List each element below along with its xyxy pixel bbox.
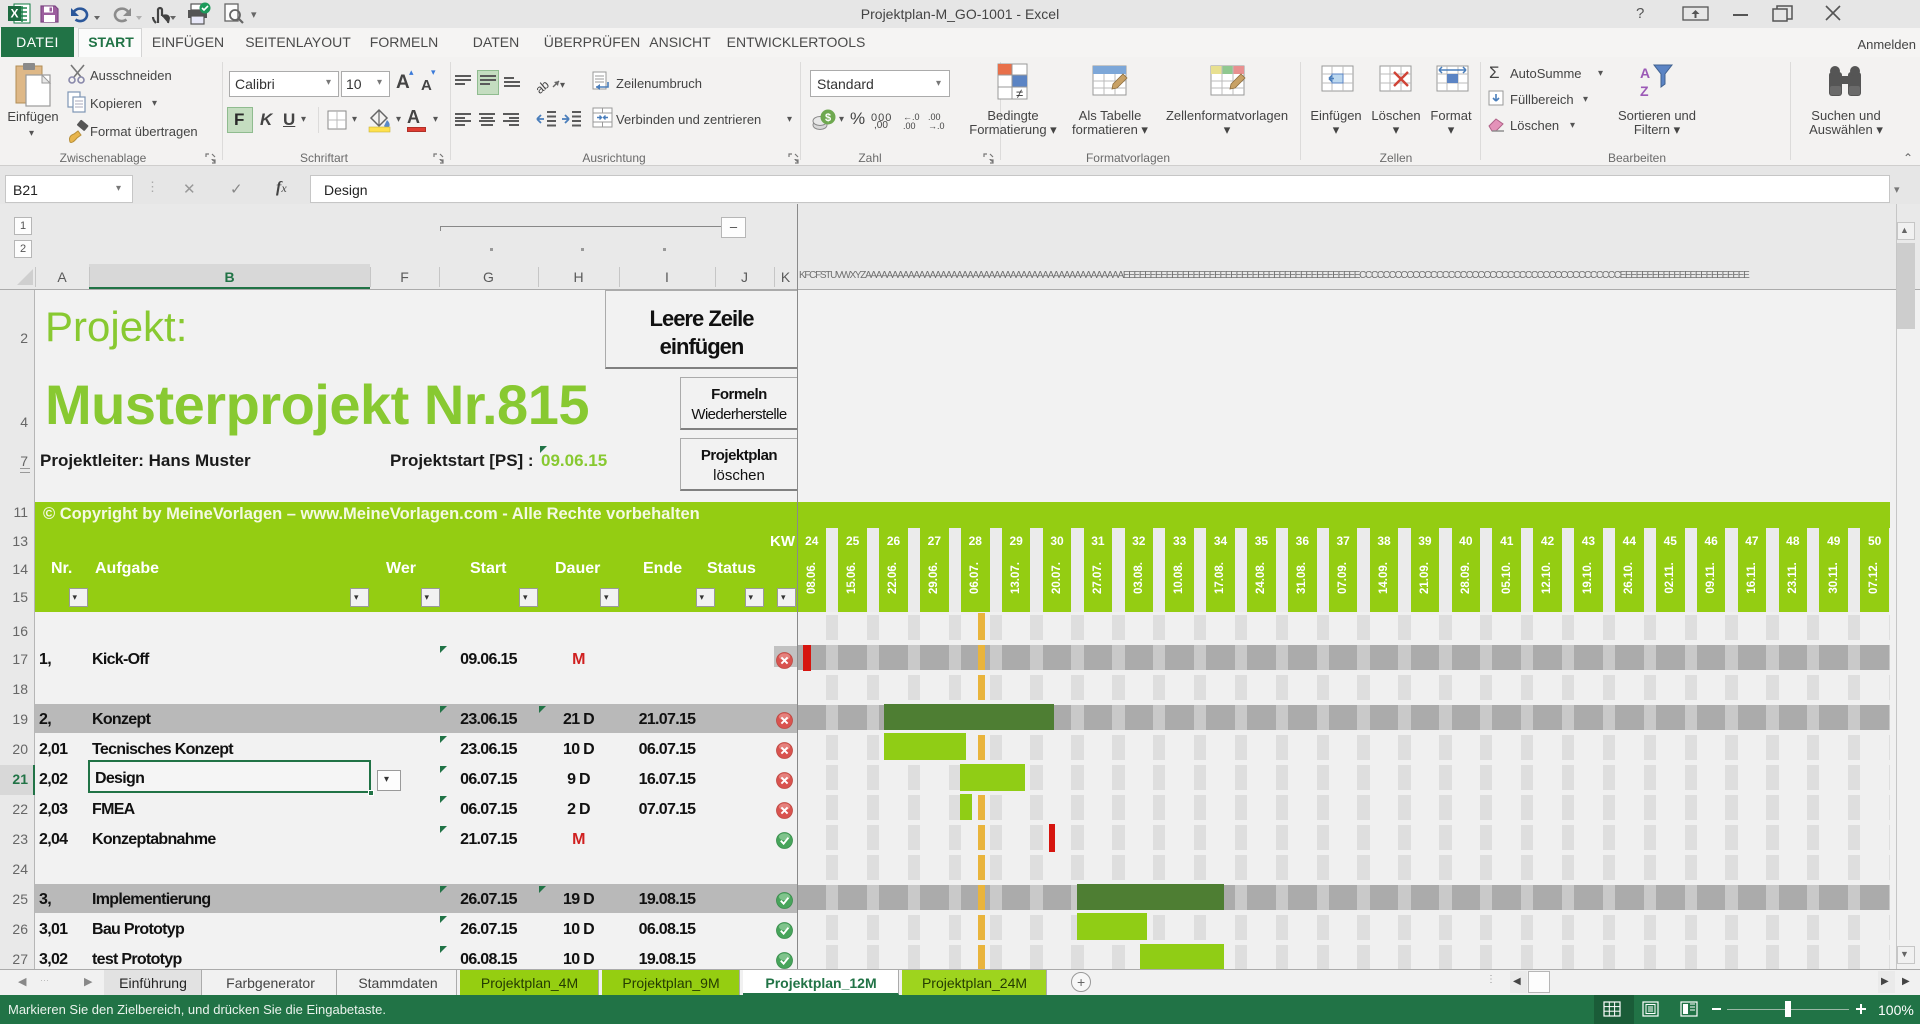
svg-text:$: $ [825,112,831,124]
svg-text:.00: .00 [903,121,916,131]
svg-text:Z: Z [1640,83,1649,99]
svg-text:≠: ≠ [1016,86,1023,101]
svg-text:A: A [1640,65,1650,81]
svg-text:→.0: →.0 [928,121,945,131]
